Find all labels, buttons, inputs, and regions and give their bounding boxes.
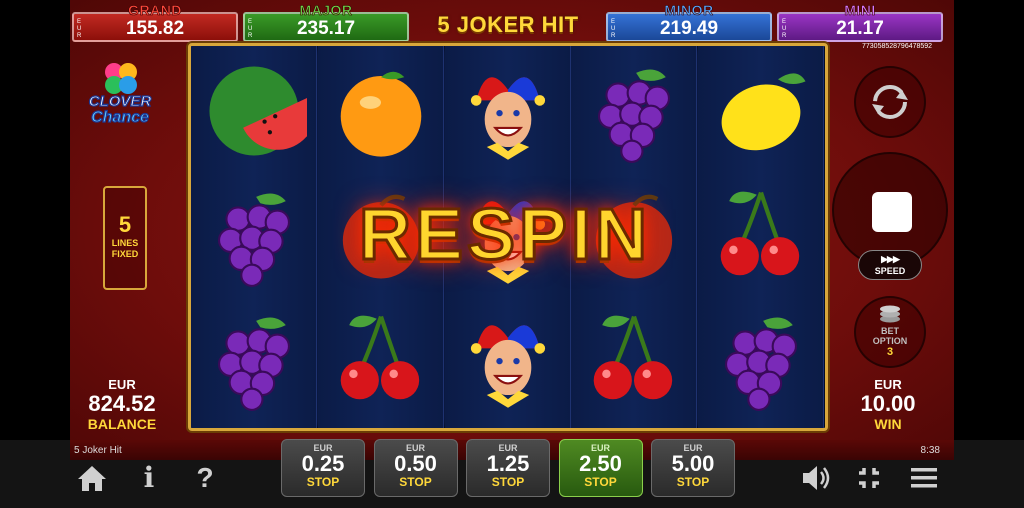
jackpot-grand-value: 155.82 — [125, 18, 185, 39]
logo-line1: CLOVER — [89, 93, 152, 110]
info-button[interactable]: i — [131, 460, 167, 496]
cherries-symbol — [708, 182, 814, 288]
session-id: 773058528796478592 — [862, 43, 933, 50]
balance-label: BALANCE — [87, 416, 157, 432]
bet-amount: 0.25 — [301, 451, 345, 476]
clover-chance-logo: CLOVER Chance — [88, 63, 152, 127]
jackpot-grand-label: GRAND — [128, 2, 182, 19]
jackpot-grand: GRAND EUR 155.82 — [72, 2, 238, 42]
lines-fixed-label: FIXED — [111, 249, 139, 259]
joker-symbol — [455, 58, 561, 164]
jackpot-major-value: 235.17 — [296, 18, 356, 39]
help-button[interactable]: ? — [187, 460, 223, 496]
coins-icon — [880, 305, 900, 323]
speed-label: SPEED — [874, 266, 906, 276]
win-label: WIN — [874, 416, 902, 432]
win-amount: 10.00 — [860, 391, 916, 416]
lines-label: LINES — [111, 238, 139, 248]
orange-symbol — [328, 58, 434, 164]
bet-stop-label: STOP — [676, 475, 710, 489]
stop-icon — [872, 192, 912, 232]
logo-line2: Chance — [91, 109, 149, 126]
lines-indicator: 5 LINES FIXED — [103, 186, 147, 290]
balance-currency: EUR — [108, 377, 136, 392]
jackpot-minor-label: MINOR — [664, 2, 714, 19]
bet-stop-label: STOP — [399, 475, 432, 489]
bet-stop-label: STOP — [584, 475, 617, 489]
joker-symbol — [455, 306, 561, 412]
speed-button[interactable]: ▶▶▶ SPEED — [858, 250, 922, 280]
reel-1 — [191, 46, 317, 428]
bet-stop-label: STOP — [491, 475, 525, 489]
bet-amount: 0.50 — [394, 451, 437, 476]
lemon-symbol — [708, 58, 814, 164]
grapes-symbol — [201, 182, 307, 288]
cherries-symbol — [581, 306, 687, 412]
bet-amount: 2.50 — [579, 451, 622, 476]
footer-clock: 8:38 — [920, 445, 940, 456]
grapes-symbol — [708, 306, 814, 412]
bet-button-2[interactable]: EUR 0.50 STOP — [373, 439, 458, 497]
balance-amount: 824.52 — [88, 391, 156, 416]
bet-option-label2: OPTION — [872, 336, 908, 346]
sound-icon[interactable] — [798, 460, 834, 496]
bet-amount: 1.25 — [486, 451, 530, 476]
jackpot-mini-label: MINI — [844, 2, 876, 19]
reel-5 — [698, 46, 825, 428]
right-letterbox — [954, 0, 1024, 508]
menu-icon[interactable] — [906, 460, 942, 496]
bet-option-value: 3 — [886, 346, 894, 358]
autoplay-button[interactable] — [854, 66, 926, 138]
lines-count: 5 — [118, 212, 132, 237]
jackpot-major-label: MAJOR — [299, 2, 353, 19]
jackpot-major: MAJOR EUR 235.17 — [243, 2, 409, 42]
bet-stop-label: STOP — [306, 475, 340, 489]
grapes-symbol — [581, 58, 687, 164]
fast-forward-icon: ▶▶▶ — [881, 254, 900, 264]
grapes-symbol — [201, 306, 307, 412]
fullscreen-exit-icon[interactable] — [851, 460, 887, 496]
bet-button-5[interactable]: EUR 5.00 STOP — [651, 439, 735, 497]
jackpot-mini-value: 21.17 — [836, 18, 884, 39]
bet-option-label: BET — [881, 326, 899, 336]
bet-option-button[interactable]: BET OPTION 3 — [854, 296, 926, 368]
bet-button-4[interactable]: EUR 2.50 STOP — [558, 439, 643, 497]
jackpot-minor-value: 219.49 — [659, 18, 719, 39]
bet-button-3[interactable]: EUR 1.25 STOP — [466, 439, 550, 497]
balance-display: EUR 824.52 BALANCE — [72, 377, 172, 432]
bet-amount: 5.00 — [671, 451, 715, 476]
home-icon[interactable] — [74, 460, 110, 496]
jackpot-minor: MINOR EUR 219.49 — [606, 2, 772, 42]
autoplay-icon — [872, 85, 908, 119]
respin-banner: RESPIN — [357, 194, 652, 277]
left-letterbox — [0, 0, 70, 508]
cherries-symbol — [328, 306, 434, 412]
jackpot-mini: MINI EUR 21.17 — [777, 2, 943, 42]
watermelon-symbol — [201, 58, 316, 164]
win-display: EUR 10.00 WIN — [838, 377, 938, 432]
footer-game-name: 5 Joker Hit — [74, 445, 122, 456]
win-currency: EUR — [874, 377, 902, 392]
game-title: 5 JOKER HIT — [437, 12, 579, 37]
bet-button-1[interactable]: EUR 0.25 STOP — [281, 439, 365, 497]
